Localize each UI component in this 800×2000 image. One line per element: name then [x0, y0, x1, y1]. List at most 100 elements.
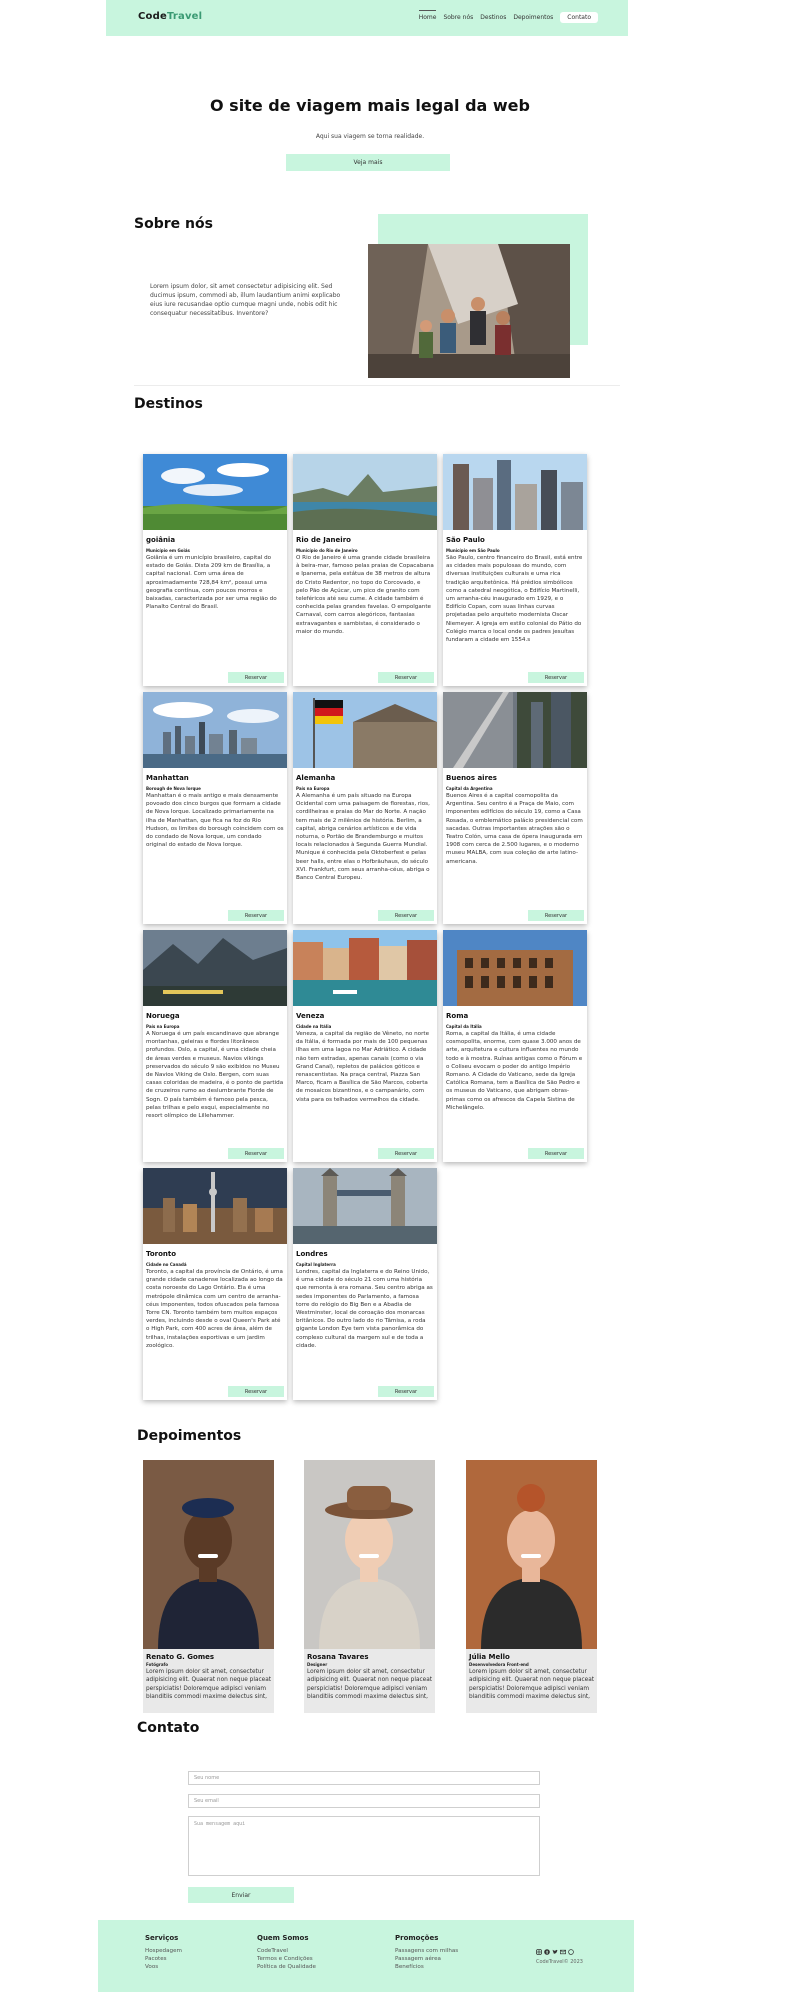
- book-button[interactable]: Reservar: [378, 910, 434, 921]
- destination-card: Rio de Janeiro Município do Rio de Janeir…: [293, 454, 437, 686]
- footer-column-title: Serviços: [145, 1934, 179, 1942]
- book-button[interactable]: Reservar: [378, 1386, 434, 1397]
- destination-card: Roma Capital da Itália Roma, a capital da …: [443, 930, 587, 1162]
- testimonial-role: Fotógrafo: [146, 1662, 169, 1667]
- destination-name: goiânia: [146, 536, 176, 544]
- destinations-title: Destinos: [134, 396, 203, 412]
- testimonial-photo: [143, 1460, 274, 1649]
- testimonial-card: Júlia Mello Desenvolvedora Front-end Lorem…: [466, 1460, 597, 1713]
- destination-description: Buenos Aires é a capital cosmopolita da …: [446, 793, 583, 865]
- book-button[interactable]: Reservar: [228, 672, 284, 683]
- testimonial-name: Júlia Mello: [469, 1653, 510, 1661]
- destination-tag: Cidade na Itália: [296, 1024, 332, 1029]
- site-logo[interactable]: CodeTravel: [138, 11, 202, 22]
- destination-name: Noruega: [146, 1012, 180, 1020]
- testimonial-quote: Lorem ipsum dolor sit amet, consectetur …: [469, 1669, 595, 1700]
- destination-description: São Paulo, centro financeiro do Brasil, …: [446, 555, 583, 644]
- nav-link-destinations[interactable]: Destinos: [480, 14, 506, 21]
- destination-card: Alemanha País na Europa A Alemanha é um pa…: [293, 692, 437, 924]
- nav-link-about[interactable]: Sobre nós: [443, 14, 473, 21]
- book-button[interactable]: Reservar: [378, 672, 434, 683]
- nav-link-testimonials[interactable]: Depoimentos: [513, 14, 553, 21]
- email-field[interactable]: [188, 1794, 540, 1808]
- testimonial-name: Rosana Tavares: [307, 1653, 369, 1661]
- destination-name: Veneza: [296, 1012, 325, 1020]
- footer-link[interactable]: Benefícios: [395, 1963, 458, 1971]
- testimonial-card: Rosana Tavares Designer Lorem ipsum dolor …: [304, 1460, 435, 1713]
- facebook-icon[interactable]: [544, 1940, 550, 1955]
- footer-link[interactable]: Política de Qualidade: [257, 1963, 316, 1971]
- destination-description: Londres, capital da Inglaterra e do Rein…: [296, 1269, 433, 1349]
- destination-description: Toronto, a capital da província de Ontár…: [146, 1269, 283, 1349]
- destination-name: Londres: [296, 1250, 328, 1258]
- destination-card: Manhattan Borough de Nova Iorque Manhattan…: [143, 692, 287, 924]
- book-button[interactable]: Reservar: [228, 1386, 284, 1397]
- book-button[interactable]: Reservar: [528, 910, 584, 921]
- destination-card: Noruega País na Europa A Noruega é um país…: [143, 930, 287, 1162]
- testimonial-quote: Lorem ipsum dolor sit amet, consectetur …: [307, 1669, 433, 1700]
- instagram-icon[interactable]: [536, 1940, 542, 1955]
- section-divider: [134, 385, 620, 386]
- destination-tag: Município do Rio de Janeiro: [296, 548, 358, 553]
- testimonial-name: Renato G. Gomes: [146, 1653, 215, 1661]
- email-icon[interactable]: [560, 1940, 566, 1955]
- twitter-icon[interactable]: [552, 1940, 558, 1954]
- book-button[interactable]: Reservar: [528, 1148, 584, 1159]
- destination-card: Veneza Cidade na Itália Veneza, a capital …: [293, 930, 437, 1162]
- testimonial-role: Desenvolvedora Front-end: [469, 1662, 529, 1667]
- destination-tag: País na Europa: [296, 786, 330, 791]
- destination-card: Londres Capital Inglaterra Londres, capita…: [293, 1168, 437, 1400]
- book-button[interactable]: Reservar: [528, 672, 584, 683]
- footer-link[interactable]: Pacotes: [145, 1955, 182, 1963]
- destination-photo: [293, 692, 437, 768]
- testimonial-role: Designer: [307, 1662, 328, 1667]
- destination-name: São Paulo: [446, 536, 485, 544]
- site-header: CodeTravel Home Sobre nós Destinos Depoi…: [106, 0, 628, 36]
- footer-link[interactable]: CodeTravel: [257, 1947, 316, 1955]
- destination-tag: Capital Inglaterra: [296, 1262, 336, 1267]
- destination-photo: [293, 930, 437, 1006]
- hero-subtitle: Aqui sua viagem se torna realidade.: [315, 133, 425, 140]
- destination-photo: [443, 454, 587, 530]
- destination-photo: [293, 454, 437, 530]
- social-links: [536, 1940, 574, 1955]
- whatsapp-icon[interactable]: [568, 1940, 574, 1955]
- destination-description: Veneza, a capital da região de Vêneto, n…: [296, 1031, 430, 1103]
- destination-card: Toronto Cidade no Canadá Toronto, a capita…: [143, 1168, 287, 1400]
- footer-column-services: Serviços Hospedagem Pacotes Voos: [145, 1934, 182, 1972]
- nav-contact-button[interactable]: Contato: [560, 12, 598, 23]
- footer-column-title: Quem Somos: [257, 1934, 309, 1942]
- footer-link[interactable]: Voos: [145, 1963, 182, 1971]
- footer-column-title: Promoções: [395, 1934, 439, 1942]
- footer-link[interactable]: Termos e Condições: [257, 1955, 316, 1963]
- footer-column-about: Quem Somos CodeTravel Termos e Condições…: [257, 1934, 316, 1972]
- destination-tag: País na Europa: [146, 1024, 180, 1029]
- destination-tag: Município em São Paulo: [446, 548, 500, 553]
- testimonial-photo: [304, 1460, 435, 1649]
- logo-primary: Code: [138, 11, 167, 22]
- name-field[interactable]: [188, 1771, 540, 1785]
- destination-description: A Noruega é um país escandinavo que abra…: [146, 1031, 284, 1120]
- about-image: [368, 244, 570, 378]
- destination-tag: Município em Goiás: [146, 548, 190, 553]
- destination-photo: [443, 692, 587, 768]
- book-button[interactable]: Reservar: [228, 1148, 284, 1159]
- see-more-button[interactable]: Veja mais: [286, 154, 450, 171]
- main-nav: Home Sobre nós Destinos Depoimentos Cont…: [418, 10, 598, 23]
- destination-tag: Capital da Itália: [446, 1024, 482, 1029]
- destination-name: Buenos aires: [446, 774, 497, 782]
- footer-link[interactable]: Passagens com milhas: [395, 1947, 458, 1955]
- send-button[interactable]: Enviar: [188, 1887, 294, 1903]
- destination-photo: [143, 692, 287, 768]
- destination-tag: Borough de Nova Iorque: [146, 786, 201, 791]
- site-footer: Serviços Hospedagem Pacotes Voos Quem So…: [98, 1920, 634, 1992]
- book-button[interactable]: Reservar: [228, 910, 284, 921]
- destination-tag: Cidade no Canadá: [146, 1262, 187, 1267]
- message-field[interactable]: [188, 1816, 540, 1876]
- book-button[interactable]: Reservar: [378, 1148, 434, 1159]
- about-text: Lorem ipsum dolor, sit amet consectetur …: [150, 283, 341, 317]
- destination-description: Goiânia é um município brasileiro, capit…: [146, 555, 277, 611]
- footer-link[interactable]: Hospedagem: [145, 1947, 182, 1955]
- footer-link[interactable]: Passagem aérea: [395, 1955, 458, 1963]
- nav-link-home[interactable]: Home: [418, 10, 436, 21]
